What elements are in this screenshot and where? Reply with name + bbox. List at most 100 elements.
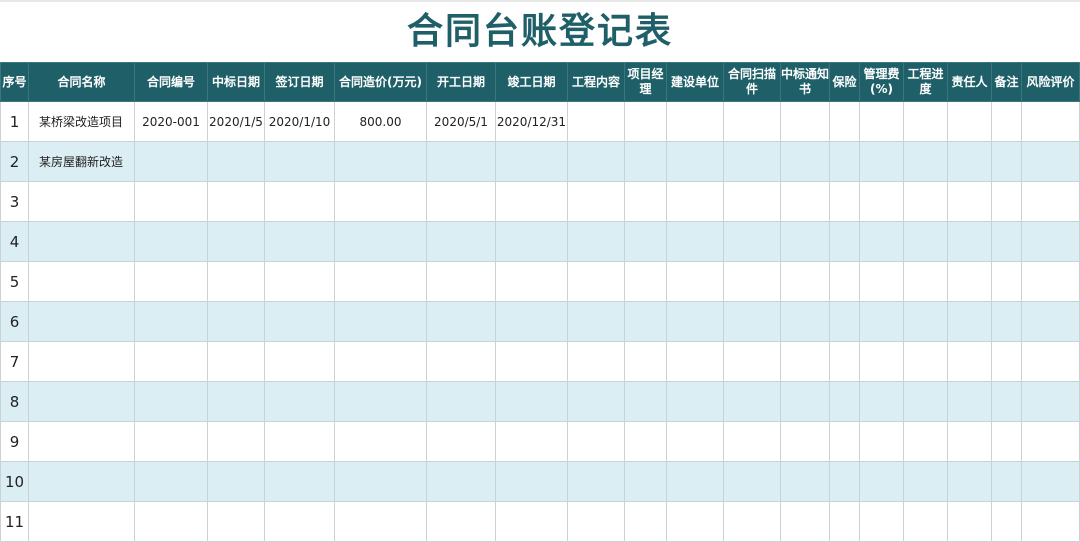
col-header-sign-date[interactable]: 签订日期 [264, 62, 335, 102]
table-cell[interactable] [780, 421, 830, 462]
table-cell[interactable] [903, 101, 948, 142]
table-cell[interactable] [947, 381, 992, 422]
table-cell[interactable] [567, 341, 625, 382]
col-header-bid-notice[interactable]: 中标通知书 [780, 62, 830, 102]
table-cell[interactable] [334, 501, 427, 542]
table-cell[interactable] [829, 221, 860, 262]
table-cell[interactable] [991, 461, 1022, 502]
table-cell[interactable] [991, 141, 1022, 182]
table-cell[interactable] [334, 301, 427, 342]
table-cell[interactable] [495, 461, 568, 502]
table-cell[interactable] [207, 341, 265, 382]
table-cell[interactable] [829, 261, 860, 302]
table-cell[interactable] [666, 421, 724, 462]
table-cell[interactable] [495, 181, 568, 222]
table-cell[interactable] [624, 461, 667, 502]
table-cell[interactable] [134, 181, 208, 222]
table-cell[interactable] [859, 221, 904, 262]
table-cell[interactable] [567, 381, 625, 422]
contract-name-cell[interactable] [28, 221, 135, 262]
table-cell[interactable] [426, 421, 496, 462]
table-cell[interactable] [264, 221, 335, 262]
table-cell[interactable] [567, 301, 625, 342]
table-cell[interactable] [780, 501, 830, 542]
contract-name-cell[interactable] [28, 181, 135, 222]
table-cell[interactable] [859, 381, 904, 422]
table-cell[interactable] [495, 221, 568, 262]
table-cell[interactable] [859, 461, 904, 502]
col-header-completion-date[interactable]: 竣工日期 [495, 62, 568, 102]
contract-name-cell[interactable] [28, 341, 135, 382]
table-cell[interactable] [264, 261, 335, 302]
table-cell[interactable] [1021, 301, 1080, 342]
table-cell[interactable] [624, 221, 667, 262]
table-cell[interactable] [134, 501, 208, 542]
col-header-remarks[interactable]: 备注 [991, 62, 1022, 102]
table-cell[interactable] [723, 341, 781, 382]
table-cell[interactable] [134, 421, 208, 462]
table-cell[interactable] [947, 461, 992, 502]
table-cell[interactable] [264, 141, 335, 182]
table-cell[interactable] [334, 381, 427, 422]
col-header-project-manager[interactable]: 项目经理 [624, 62, 667, 102]
table-cell[interactable] [495, 141, 568, 182]
table-cell[interactable] [991, 181, 1022, 222]
table-cell[interactable] [991, 341, 1022, 382]
col-header-start-date[interactable]: 开工日期 [426, 62, 496, 102]
table-cell[interactable] [264, 181, 335, 222]
table-cell[interactable]: 2020/12/31 [495, 101, 568, 142]
col-header-contract-name[interactable]: 合同名称 [28, 62, 135, 102]
table-cell[interactable] [426, 261, 496, 302]
table-cell[interactable] [624, 501, 667, 542]
table-cell[interactable] [624, 421, 667, 462]
row-number-cell[interactable]: 2 [0, 141, 29, 182]
table-cell[interactable] [426, 221, 496, 262]
row-number-cell[interactable]: 7 [0, 341, 29, 382]
row-number-cell[interactable]: 10 [0, 461, 29, 502]
contract-name-cell[interactable] [28, 301, 135, 342]
table-cell[interactable] [947, 261, 992, 302]
table-cell[interactable] [207, 141, 265, 182]
table-cell[interactable] [567, 421, 625, 462]
table-cell[interactable] [666, 141, 724, 182]
table-cell[interactable] [903, 341, 948, 382]
table-cell[interactable] [495, 501, 568, 542]
row-number-cell[interactable]: 9 [0, 421, 29, 462]
table-cell[interactable] [829, 101, 860, 142]
table-cell[interactable]: 2020-001 [134, 101, 208, 142]
col-header-responsible[interactable]: 责任人 [947, 62, 992, 102]
table-cell[interactable] [567, 461, 625, 502]
table-cell[interactable] [567, 501, 625, 542]
table-cell[interactable] [134, 301, 208, 342]
table-cell[interactable] [723, 101, 781, 142]
table-cell[interactable] [723, 421, 781, 462]
table-cell[interactable] [264, 341, 335, 382]
table-cell[interactable] [991, 381, 1022, 422]
table-cell[interactable] [859, 341, 904, 382]
table-cell[interactable] [859, 101, 904, 142]
table-cell[interactable] [903, 261, 948, 302]
table-cell[interactable] [859, 501, 904, 542]
table-cell[interactable] [567, 221, 625, 262]
table-cell[interactable] [1021, 421, 1080, 462]
contract-name-cell[interactable] [28, 421, 135, 462]
table-cell[interactable] [134, 221, 208, 262]
row-number-cell[interactable]: 4 [0, 221, 29, 262]
table-cell[interactable] [903, 181, 948, 222]
table-cell[interactable]: 800.00 [334, 101, 427, 142]
table-cell[interactable] [624, 261, 667, 302]
table-cell[interactable] [334, 261, 427, 302]
table-cell[interactable] [723, 301, 781, 342]
contract-name-cell[interactable]: 某桥梁改造项目 [28, 101, 135, 142]
contract-name-cell[interactable]: 某房屋翻新改造 [28, 141, 135, 182]
table-cell[interactable] [859, 141, 904, 182]
table-cell[interactable] [1021, 261, 1080, 302]
table-cell[interactable] [780, 381, 830, 422]
table-cell[interactable] [829, 141, 860, 182]
table-cell[interactable] [426, 141, 496, 182]
row-number-cell[interactable]: 11 [0, 501, 29, 542]
row-number-cell[interactable]: 6 [0, 301, 29, 342]
table-cell[interactable] [1021, 221, 1080, 262]
table-cell[interactable] [624, 301, 667, 342]
table-cell[interactable] [495, 381, 568, 422]
